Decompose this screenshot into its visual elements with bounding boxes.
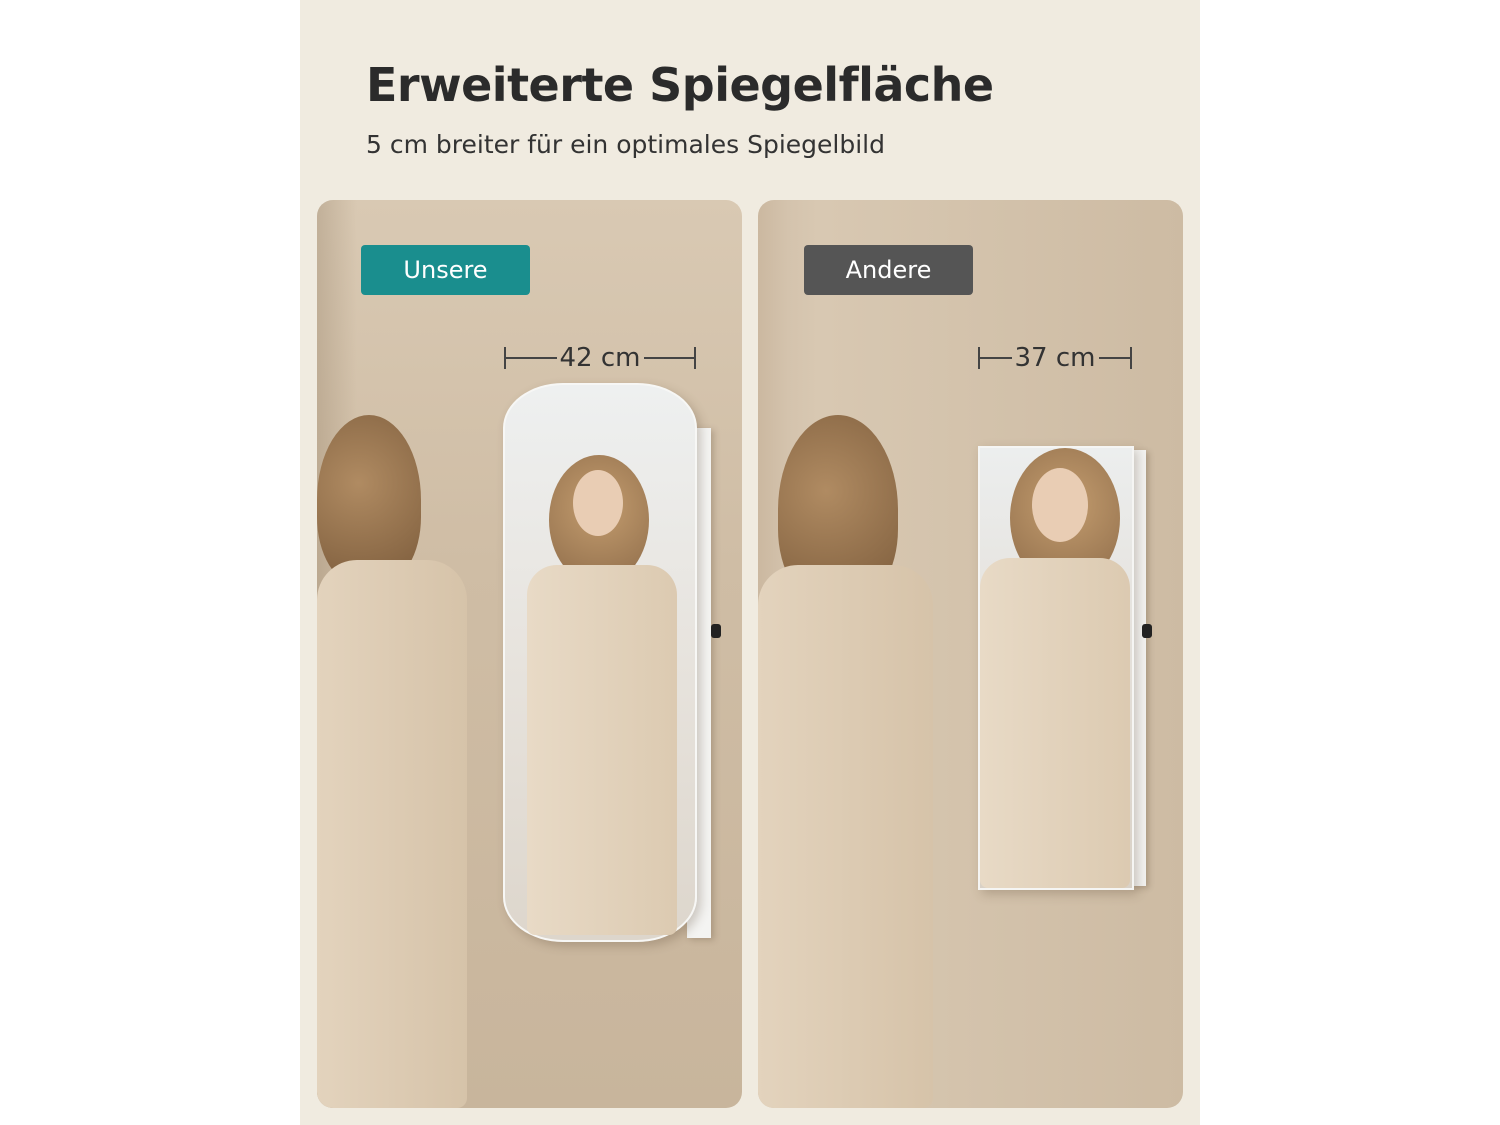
mirror-rounded [503,383,697,942]
badge-other: Andere [804,245,973,295]
person-dress [758,565,933,1108]
dimension-line [643,357,695,359]
comparison-panel-ours: Unsere 42 cm [317,200,742,1108]
person-dress [317,560,467,1108]
width-label-other: 37 cm [1014,343,1096,373]
page-subtitle: 5 cm breiter für ein optimales Spiegelbi… [366,130,885,159]
reflection-dress [527,565,677,935]
dimension-line [980,357,1012,359]
dimension-tick [1130,347,1133,369]
badge-ours: Unsere [361,245,530,295]
lock-icon [1142,624,1152,638]
page-title: Erweiterte Spiegelfläche [366,58,994,112]
dimension-line [506,357,557,359]
comparison-panel-other: Andere 37 cm [758,200,1183,1108]
width-dimension-other: 37 cm [978,340,1133,376]
product-card: Erweiterte Spiegelfläche 5 cm breiter fü… [300,0,1200,1125]
dimension-tick [694,347,697,369]
reflection-dress [980,558,1130,888]
reflection-face [1032,468,1088,542]
lock-icon [711,624,721,638]
mirror-rectangular [978,446,1134,890]
reflection-face [573,470,623,536]
width-dimension-ours: 42 cm [504,340,697,376]
width-label-ours: 42 cm [559,343,641,373]
dimension-line [1098,357,1131,359]
